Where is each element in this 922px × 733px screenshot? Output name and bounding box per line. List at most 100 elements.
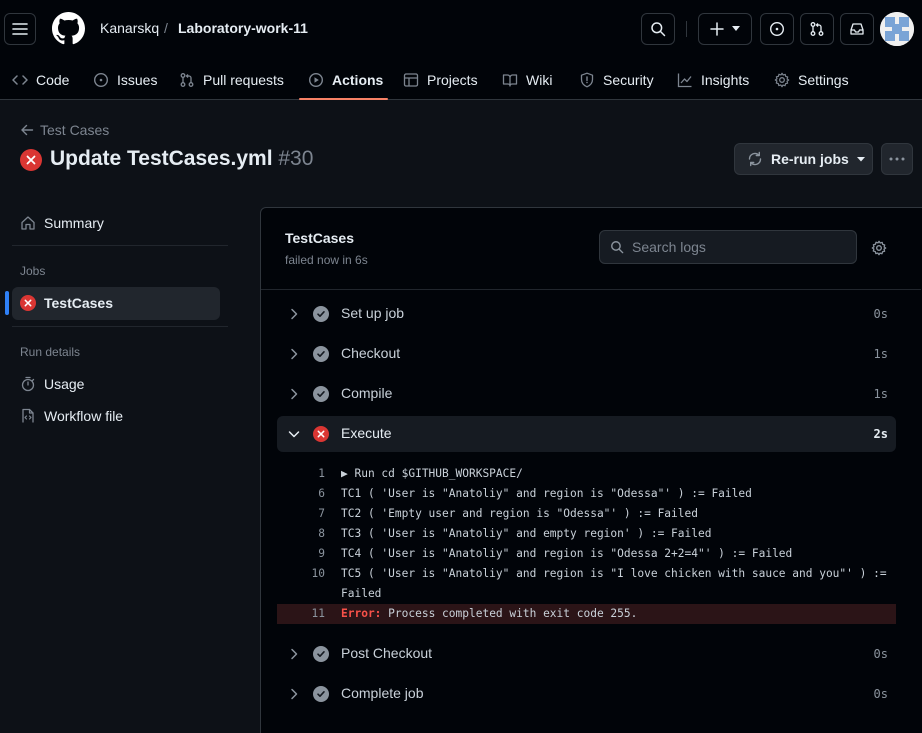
x-circle-icon: [20, 295, 36, 311]
step-label: Post Checkout: [341, 645, 433, 661]
issue-opened-icon: [769, 21, 785, 37]
sidebar-heading-jobs: Jobs: [20, 264, 46, 278]
step-duration: 0s: [873, 647, 888, 661]
search-button[interactable]: [641, 13, 675, 45]
log-line-number: 1: [318, 467, 325, 480]
tab-code[interactable]: Code: [12, 60, 69, 100]
error-message: Process completed with exit code 255.: [381, 607, 638, 620]
table-icon: [403, 73, 419, 87]
code-icon: [12, 75, 28, 85]
pull-requests-button[interactable]: [800, 13, 834, 45]
rerun-jobs-button[interactable]: Re-run jobs: [734, 143, 873, 175]
search-logs-field[interactable]: [599, 230, 857, 264]
tab-projects[interactable]: Projects: [403, 60, 478, 100]
step-complete-job[interactable]: Complete job 0s: [277, 676, 896, 712]
job-status: failed now in 6s: [285, 253, 368, 267]
back-link[interactable]: Test Cases: [20, 122, 109, 138]
log-line-text: ▶ Run cd $GITHUB_WORKSPACE/: [341, 467, 523, 480]
run-title: Update TestCases.yml: [50, 147, 273, 170]
arrow-left-icon: [21, 124, 34, 136]
error-label: Error:: [341, 607, 382, 620]
menu-button[interactable]: [4, 13, 36, 45]
step-duration: 1s: [873, 387, 888, 401]
step-label: Execute: [341, 425, 392, 441]
sidebar-item-label: TestCases: [44, 295, 114, 311]
tab-label: Issues: [117, 72, 158, 88]
search-logs-input[interactable]: [632, 239, 842, 255]
tab-label: Actions: [332, 72, 384, 88]
sidebar-item-job-testcases[interactable]: TestCases: [20, 295, 113, 311]
rerun-jobs-label: Re-run jobs: [771, 151, 849, 167]
tab-pull-requests[interactable]: Pull requests: [179, 60, 284, 100]
log-line-error[interactable]: 11 Error: Process completed with exit co…: [277, 604, 896, 624]
tab-actions[interactable]: Actions: [308, 60, 383, 100]
tab-wiki[interactable]: Wiki: [502, 60, 552, 100]
step-execute[interactable]: Execute 2s: [277, 416, 896, 452]
step-label: Complete job: [341, 685, 424, 701]
kebab-horizontal-icon: [889, 157, 905, 161]
sidebar-item-usage[interactable]: Usage: [20, 376, 84, 392]
breadcrumb-owner[interactable]: Kanarskq: [100, 20, 159, 36]
avatar[interactable]: [880, 12, 914, 46]
sidebar-item-summary[interactable]: Summary: [20, 215, 104, 231]
log-line[interactable]: 8 TC3 ( 'User is "Anatoliy" and empty re…: [277, 524, 896, 544]
log-line-text: Failed: [341, 587, 382, 600]
check-circle-icon: [313, 646, 329, 662]
sidebar-divider: [12, 245, 228, 246]
run-number: #30: [278, 147, 314, 170]
log-line-number: 6: [318, 487, 325, 500]
log-settings-gear-icon[interactable]: [871, 240, 887, 256]
sidebar-item-label: Summary: [44, 215, 104, 231]
log-line-text: Error: Process completed with exit code …: [341, 607, 637, 620]
log-line-text: TC3 ( 'User is "Anatoliy" and empty regi…: [341, 527, 712, 540]
job-name: TestCases: [285, 230, 355, 246]
failure-status-icon: [20, 149, 42, 171]
log-line[interactable]: 7 TC2 ( 'Empty user and region is "Odess…: [277, 504, 896, 524]
tab-security[interactable]: Security: [579, 60, 654, 100]
panel-divider: [261, 289, 921, 290]
step-post-checkout[interactable]: Post Checkout 0s: [277, 636, 896, 672]
tab-settings[interactable]: Settings: [774, 60, 849, 100]
step-duration: 2s: [873, 427, 888, 441]
home-icon: [21, 216, 35, 230]
file-code-icon: [22, 408, 34, 423]
sidebar-item-label: Usage: [44, 376, 85, 392]
sidebar-active-indicator: [5, 291, 9, 315]
more-options-button[interactable]: [881, 143, 913, 175]
plus-icon: [710, 22, 724, 36]
issue-icon: [93, 72, 109, 88]
tab-issues[interactable]: Issues: [93, 60, 157, 100]
step-set-up-job[interactable]: Set up job 0s: [277, 296, 896, 332]
github-logo-icon[interactable]: [52, 12, 85, 45]
tab-label: Wiki: [526, 72, 553, 88]
inbox-button[interactable]: [840, 13, 874, 45]
log-line[interactable]: 10 TC5 ( 'User is "Anatoliy" and region …: [277, 564, 896, 584]
sidebar-item-workflow-file[interactable]: Workflow file: [20, 408, 123, 424]
log-line-number: 10: [311, 567, 325, 580]
step-checkout[interactable]: Checkout 1s: [277, 336, 896, 372]
inbox-icon: [850, 23, 864, 35]
step-label: Checkout: [341, 345, 401, 361]
log-line[interactable]: 9 TC4 ( 'User is "Anatoliy" and region i…: [277, 544, 896, 564]
tab-insights[interactable]: Insights: [677, 60, 749, 100]
book-icon: [502, 74, 518, 87]
identicon-icon: [880, 12, 914, 46]
tab-label: Pull requests: [203, 72, 284, 88]
issues-button[interactable]: [760, 13, 794, 45]
play-icon: [308, 72, 324, 88]
log-line-number: 9: [318, 547, 325, 560]
git-pull-request-icon: [810, 22, 824, 36]
log-line[interactable]: 1 ▶ Run cd $GITHUB_WORKSPACE/: [277, 464, 896, 484]
log-line-number: 7: [318, 507, 325, 520]
step-compile[interactable]: Compile 1s: [277, 376, 896, 412]
log-line-continuation[interactable]: Failed: [277, 584, 896, 604]
log-line-text: TC4 ( 'User is "Anatoliy" and region is …: [341, 547, 793, 560]
log-line[interactable]: 6 TC1 ( 'User is "Anatoliy" and region i…: [277, 484, 896, 504]
step-label: Compile: [341, 385, 393, 401]
sidebar-heading-run-details: Run details: [20, 345, 81, 359]
step-label: Set up job: [341, 305, 405, 321]
check-circle-icon: [313, 346, 329, 362]
breadcrumb-repo[interactable]: Laboratory-work-11: [178, 20, 308, 36]
create-new-button[interactable]: [698, 13, 752, 45]
step-duration: 0s: [873, 687, 888, 701]
